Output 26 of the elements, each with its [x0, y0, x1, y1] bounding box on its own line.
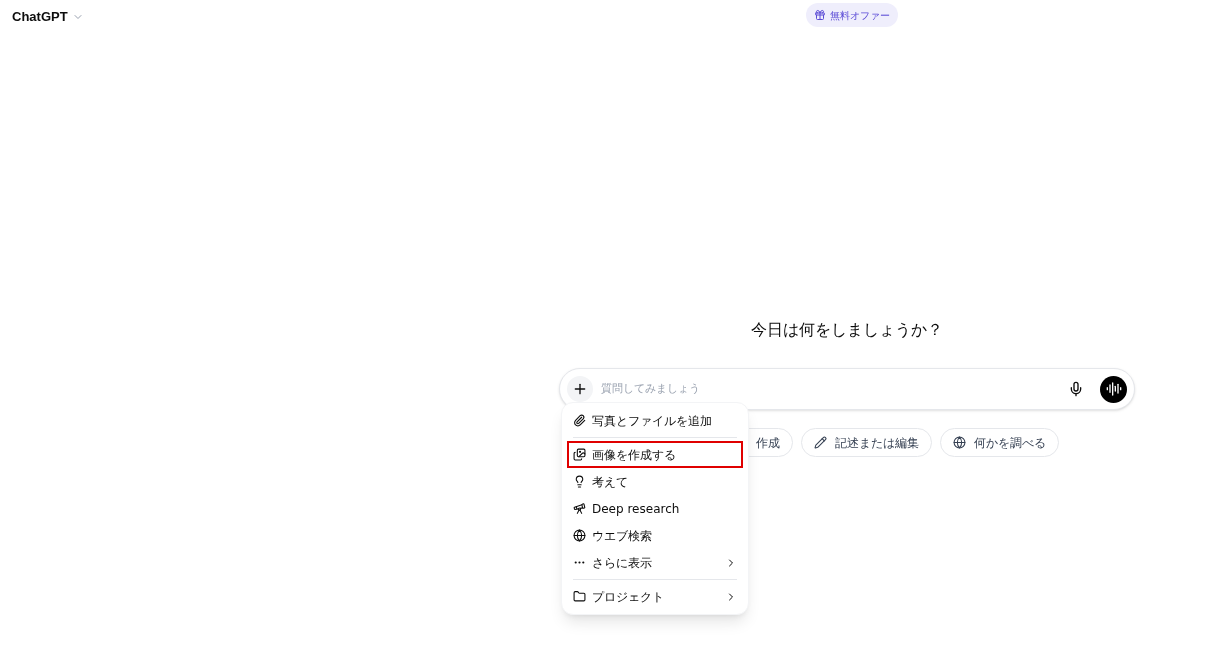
menu-item[interactable]: 考えて — [567, 468, 743, 495]
menu-item[interactable]: プロジェクト — [567, 583, 743, 610]
message-input[interactable]: 質問してみましょう — [601, 380, 1060, 398]
page-heading: 今日は何をしましょうか？ — [751, 319, 943, 341]
menu-item[interactable]: ウエブ検索 — [567, 522, 743, 549]
paperclip-icon — [573, 414, 586, 427]
menu-item[interactable]: さらに表示 — [567, 549, 743, 576]
menu-item[interactable]: 写真とファイルを追加 — [567, 407, 743, 434]
composer-field[interactable]: 質問してみましょう — [559, 368, 1135, 410]
microphone-icon[interactable] — [1068, 381, 1084, 397]
folder-icon — [573, 590, 586, 603]
globe-icon — [953, 436, 966, 449]
app-title[interactable]: ChatGPT — [12, 7, 68, 27]
pencil-icon — [814, 436, 827, 449]
offer-button[interactable]: 無料オファー — [805, 3, 898, 27]
menu-item[interactable]: 画像を作成する — [567, 441, 743, 468]
telescope-icon — [573, 502, 586, 515]
menu-item[interactable]: Deep research — [567, 495, 743, 522]
gift-icon — [813, 9, 826, 21]
audio-lines-icon — [1105, 381, 1122, 397]
globe-icon — [573, 529, 586, 542]
add-button[interactable] — [567, 376, 593, 402]
images-icon — [573, 448, 586, 461]
lightbulb-icon — [573, 475, 586, 488]
voice-button[interactable] — [1100, 375, 1127, 403]
plus-icon — [572, 381, 588, 397]
